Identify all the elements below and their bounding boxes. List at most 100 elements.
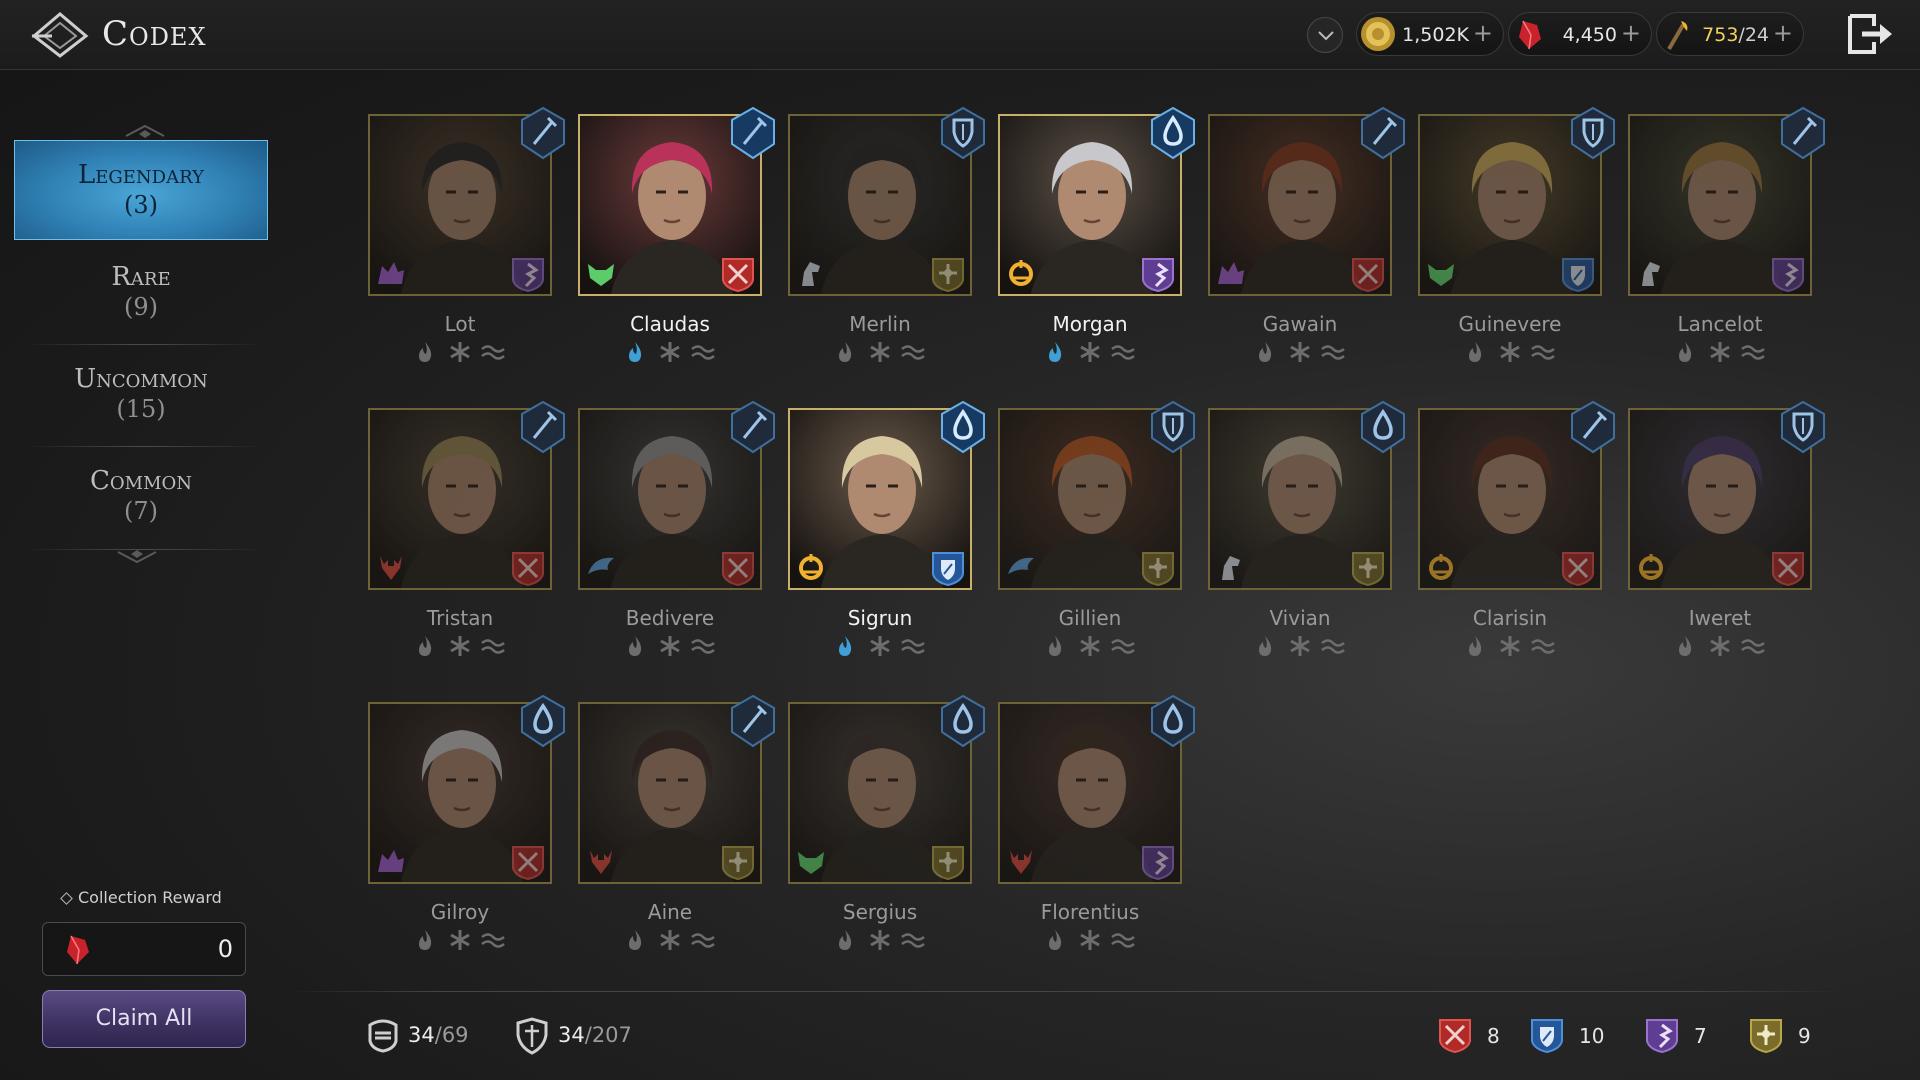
hero-card[interactable]: Claudas: [578, 106, 775, 362]
hero-card[interactable]: Lot: [368, 106, 565, 362]
wind-element-icon: [901, 933, 925, 948]
fire-element-icon: [629, 930, 642, 950]
role-badge: [510, 844, 546, 881]
exit-icon[interactable]: [1846, 12, 1898, 56]
shield-class-icon: [1571, 106, 1615, 160]
fire-element-icon: [419, 930, 432, 950]
class-badge: [938, 400, 988, 454]
fire-element-icon: [1469, 636, 1482, 656]
race-badge: [1004, 550, 1038, 584]
class-badge: [1778, 106, 1828, 160]
role-badge: [1350, 256, 1386, 293]
warrior-role-icon: [512, 552, 544, 587]
hero-card[interactable]: Gawain: [1208, 106, 1405, 362]
rarity-tab-common[interactable]: Common (7): [14, 447, 268, 547]
codex-logo-icon: [31, 12, 89, 58]
tank-role-icon: [1562, 258, 1594, 293]
stamina-resource[interactable]: 753/24 +: [1656, 12, 1804, 56]
hero-card[interactable]: Clarisin: [1418, 400, 1615, 656]
warrior-role-icon: [722, 258, 754, 293]
class-badge: [1568, 400, 1618, 454]
hero-card[interactable]: Lancelot: [1628, 106, 1825, 362]
rarity-tab-legendary[interactable]: Legendary (3): [14, 140, 268, 240]
role-badge: [1560, 550, 1596, 587]
shield-class-icon: [1151, 400, 1195, 454]
sword-class-icon: [521, 400, 565, 454]
fox-race-icon: [798, 852, 824, 874]
fire-element-icon: [1049, 930, 1062, 950]
race-badge: [584, 256, 618, 290]
sword-class-icon: [1571, 400, 1615, 454]
resource-dropdown-button[interactable]: [1307, 17, 1343, 53]
water-class-icon: [1361, 400, 1405, 454]
stamina-add-button[interactable]: +: [1773, 19, 1793, 47]
collection-reward-value: 0: [217, 935, 233, 963]
class-badge: [1148, 694, 1198, 748]
element-icons: [624, 928, 716, 952]
helmet-icon: [368, 1019, 398, 1053]
race-badge: [1424, 256, 1458, 290]
gold-coin-icon: [1361, 17, 1395, 51]
wind-element-icon: [481, 933, 505, 948]
fire-element-icon: [1469, 342, 1482, 362]
torch-icon: [1667, 21, 1688, 51]
warrior-count-value: 8: [1487, 1024, 1500, 1048]
fire-element-icon: [629, 636, 642, 656]
role-badge: [930, 256, 966, 293]
crystal-resource[interactable]: 4,450 +: [1508, 12, 1652, 56]
claim-all-button[interactable]: Claim All: [42, 990, 246, 1048]
rarity-tab-rare[interactable]: Rare (9): [14, 243, 268, 343]
support-role-icon: [932, 846, 964, 881]
ice-element-icon: [1080, 342, 1100, 362]
hero-name: Gilroy: [430, 900, 490, 924]
hero-card[interactable]: Gillien: [998, 400, 1195, 656]
ice-element-icon: [870, 930, 890, 950]
tank-count-value: 10: [1579, 1024, 1605, 1048]
hero-card[interactable]: Bedivere: [578, 400, 775, 656]
hero-card[interactable]: Tristan: [368, 400, 565, 656]
race-badge: [1634, 550, 1668, 584]
class-badge: [728, 400, 778, 454]
race-badge: [1634, 256, 1668, 290]
sword-class-icon: [731, 694, 775, 748]
element-icons: [1044, 928, 1136, 952]
hero-card[interactable]: Merlin: [788, 106, 985, 362]
mage-role-icon: [1772, 258, 1804, 293]
stamina-value: 753/24: [1702, 24, 1769, 46]
hero-card[interactable]: Morgan: [998, 106, 1195, 362]
wolf-race-icon: [378, 262, 404, 284]
race-badge: [1004, 256, 1038, 290]
hero-card[interactable]: Florentius: [998, 694, 1195, 950]
collection-reward-label: Collection Reward: [60, 888, 222, 907]
role-badge: [1350, 550, 1386, 587]
ice-element-icon: [1710, 342, 1730, 362]
support-role-icon: [722, 846, 754, 881]
element-icons: [1254, 340, 1346, 364]
wind-element-icon: [1741, 639, 1765, 654]
ice-element-icon: [450, 930, 470, 950]
hero-card[interactable]: Vivian: [1208, 400, 1405, 656]
gold-add-button[interactable]: +: [1473, 19, 1493, 47]
hero-card[interactable]: Iweret: [1628, 400, 1825, 656]
element-icons: [414, 340, 506, 364]
hero-name: Gillien: [1058, 606, 1122, 630]
ice-element-icon: [1710, 636, 1730, 656]
eagle-race-icon: [588, 557, 614, 574]
element-icons: [1254, 634, 1346, 658]
eagle-race-icon: [1008, 557, 1034, 574]
hero-card[interactable]: Aine: [578, 694, 775, 950]
collection-reward-box: 0: [42, 922, 246, 976]
wind-element-icon: [901, 345, 925, 360]
hero-card[interactable]: Sigrun: [788, 400, 985, 656]
class-badge: [938, 106, 988, 160]
hero-card[interactable]: Guinevere: [1418, 106, 1615, 362]
rarity-tab-uncommon[interactable]: Uncommon (15): [14, 345, 268, 445]
race-badge: [794, 844, 828, 878]
element-icons: [1044, 340, 1136, 364]
role-badge: [930, 844, 966, 881]
crystal-add-button[interactable]: +: [1621, 19, 1641, 47]
gold-resource[interactable]: 1,502K +: [1356, 12, 1504, 56]
hero-card[interactable]: Gilroy: [368, 694, 565, 950]
hero-card[interactable]: Sergius: [788, 694, 985, 950]
ice-element-icon: [1290, 636, 1310, 656]
